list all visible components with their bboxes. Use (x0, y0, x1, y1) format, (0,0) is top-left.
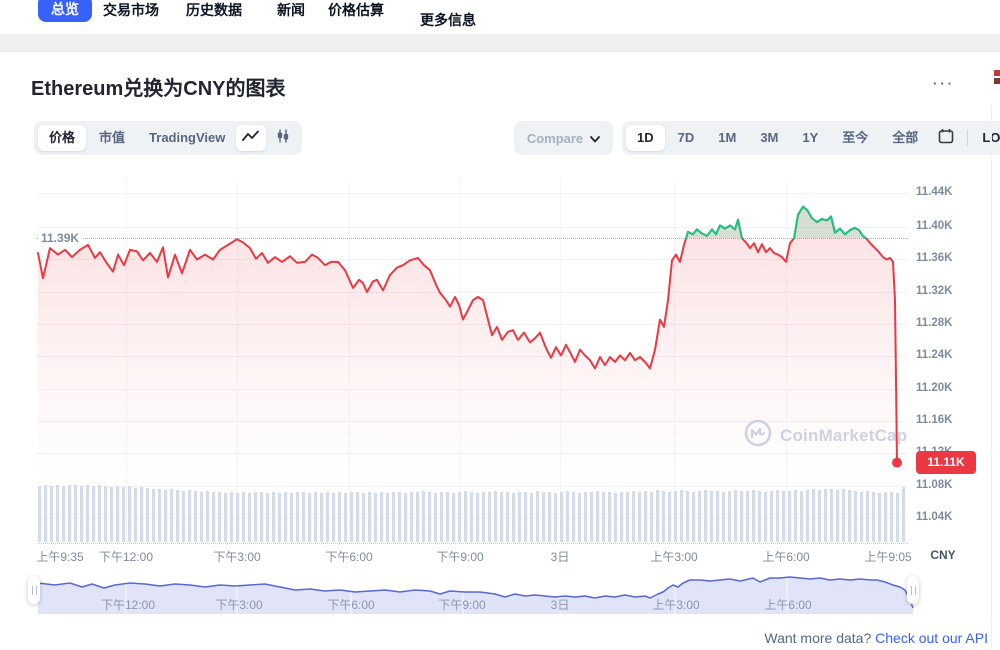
range-all[interactable]: 全部 (881, 125, 929, 151)
tab-overview[interactable]: 总览 (38, 0, 92, 22)
selector-time-label: 上午3:00 (652, 596, 699, 613)
y-axis-tick: 11.28K (916, 317, 952, 329)
range-1y[interactable]: 1Y (791, 125, 829, 151)
y-gridline (37, 389, 908, 390)
x-axis-dotted-line (37, 543, 908, 544)
x-gridline (237, 178, 238, 543)
x-axis-tick: 上午6:00 (762, 548, 809, 565)
volume-bars (38, 485, 905, 542)
y-axis-tick: 11.40K (916, 220, 952, 232)
range-ytd[interactable]: 至今 (831, 125, 879, 151)
y-gridline (37, 324, 908, 325)
range-toggle-group: 1D 7D 1M 3M 1Y 至今 全部 LOG (622, 121, 1000, 155)
y-axis-tick: 11.20K (916, 382, 952, 394)
x-axis-tick: 下午6:00 (325, 548, 372, 565)
y-axis-tick: 11.36K (916, 252, 952, 264)
y-gridline (37, 356, 908, 357)
y-gridline (37, 453, 908, 454)
tab-price[interactable]: 价格 (38, 125, 86, 151)
toolbar-divider (967, 130, 968, 146)
x-gridline (126, 178, 127, 543)
x-axis-tick: 上午3:00 (650, 548, 697, 565)
tab-markets[interactable]: 交易市场 (103, 0, 159, 23)
panel-divider (991, 105, 992, 650)
price-line-green-segment (686, 220, 742, 238)
y-gridline (37, 227, 908, 228)
baseline-price-label: 11.39K (38, 231, 82, 245)
metric-toggle-group: 价格 市值 TradingView (34, 121, 240, 155)
more-options-button[interactable]: ··· (933, 76, 955, 91)
y-gridline (37, 259, 908, 260)
tab-tradingview[interactable]: TradingView (138, 125, 236, 151)
selector-time-label: 3日 (551, 596, 570, 613)
ethereum-chart-page: 总览 交易市场 历史数据 新闻 价格估算 更多信息 Ethereum兑换为CNY… (0, 0, 1000, 650)
selector-time-label: 下午9:00 (438, 596, 485, 613)
log-scale-button[interactable]: LOG (974, 125, 1000, 151)
baseline-dotted-line (37, 238, 908, 239)
tab-market-cap[interactable]: 市值 (88, 125, 136, 151)
coinmarketcap-watermark: CoinMarketCap (744, 419, 907, 452)
last-price-dot (892, 458, 902, 468)
x-axis-tick: 上午9:35 (36, 548, 83, 565)
line-chart-icon (242, 129, 260, 147)
range-selector-left-handle[interactable] (28, 576, 40, 604)
y-axis-tick: 11.16K (916, 414, 952, 426)
line-chart-button[interactable] (236, 125, 266, 151)
x-gridline (674, 178, 675, 543)
range-3m[interactable]: 3M (749, 125, 789, 151)
range-selector-right-handle[interactable] (907, 576, 919, 604)
watermark-text: CoinMarketCap (780, 426, 907, 446)
compare-dropdown[interactable]: Compare (514, 121, 613, 155)
candlestick-chart-button[interactable] (268, 125, 298, 151)
y-axis-tick: 11.32K (916, 285, 952, 297)
price-line-green-segment (794, 207, 865, 238)
selector-time-label: 下午12:00 (101, 596, 155, 613)
chevron-down-icon (590, 131, 600, 146)
y-axis-tick: 11.44K (916, 186, 952, 198)
calendar-button[interactable] (931, 125, 961, 151)
x-axis-tick: 3日 (551, 548, 570, 565)
selector-time-label: 下午3:00 (215, 596, 262, 613)
y-gridline (37, 292, 908, 293)
coinmarketcap-logo-icon (744, 419, 772, 452)
tab-price-estimates[interactable]: 价格估算 (328, 0, 384, 23)
x-gridline (786, 178, 787, 543)
chart-type-toggle-group (232, 121, 302, 155)
x-axis-tick: 下午9:00 (436, 548, 483, 565)
x-axis-tick: 下午3:00 (213, 548, 260, 565)
range-1m[interactable]: 1M (707, 125, 747, 151)
range-1d[interactable]: 1D (626, 125, 665, 151)
above-baseline-green-fill (794, 207, 865, 238)
section-divider-band (0, 34, 1000, 52)
x-gridline (349, 178, 350, 543)
api-promo-text: Want more data? (764, 630, 871, 646)
tab-more-info[interactable]: 更多信息 (420, 7, 476, 33)
page-title: Ethereum兑换为CNY的图表 (31, 72, 285, 101)
selector-time-label: 上午6:00 (764, 596, 811, 613)
api-link[interactable]: Check out our API (875, 630, 988, 646)
y-gridline (37, 193, 908, 194)
candlestick-chart-icon (276, 129, 290, 148)
tab-historical-data[interactable]: 历史数据 (186, 0, 242, 23)
y-gridline (37, 486, 908, 487)
api-promo: Want more data? Check out our API (764, 630, 988, 646)
clipped-sidebar-content (994, 70, 1000, 86)
compare-label: Compare (527, 131, 583, 146)
calendar-icon (938, 128, 954, 149)
y-axis-tick: 11.24K (916, 349, 952, 361)
last-price-badge: 11.11K (916, 451, 976, 474)
x-axis-tick: 上午9:05 (864, 548, 911, 565)
y-axis-tick: 11.08K (916, 479, 952, 491)
currency-axis-label: CNY (930, 548, 955, 562)
y-gridline (37, 518, 908, 519)
x-gridline (560, 178, 561, 543)
selector-time-label: 下午6:00 (327, 596, 374, 613)
range-7d[interactable]: 7D (667, 125, 706, 151)
y-axis-tick: 11.04K (916, 511, 952, 523)
above-baseline-green-fill (686, 220, 742, 238)
x-axis-tick: 下午12:00 (99, 548, 153, 565)
tab-news[interactable]: 新闻 (277, 0, 305, 23)
x-gridline (460, 178, 461, 543)
